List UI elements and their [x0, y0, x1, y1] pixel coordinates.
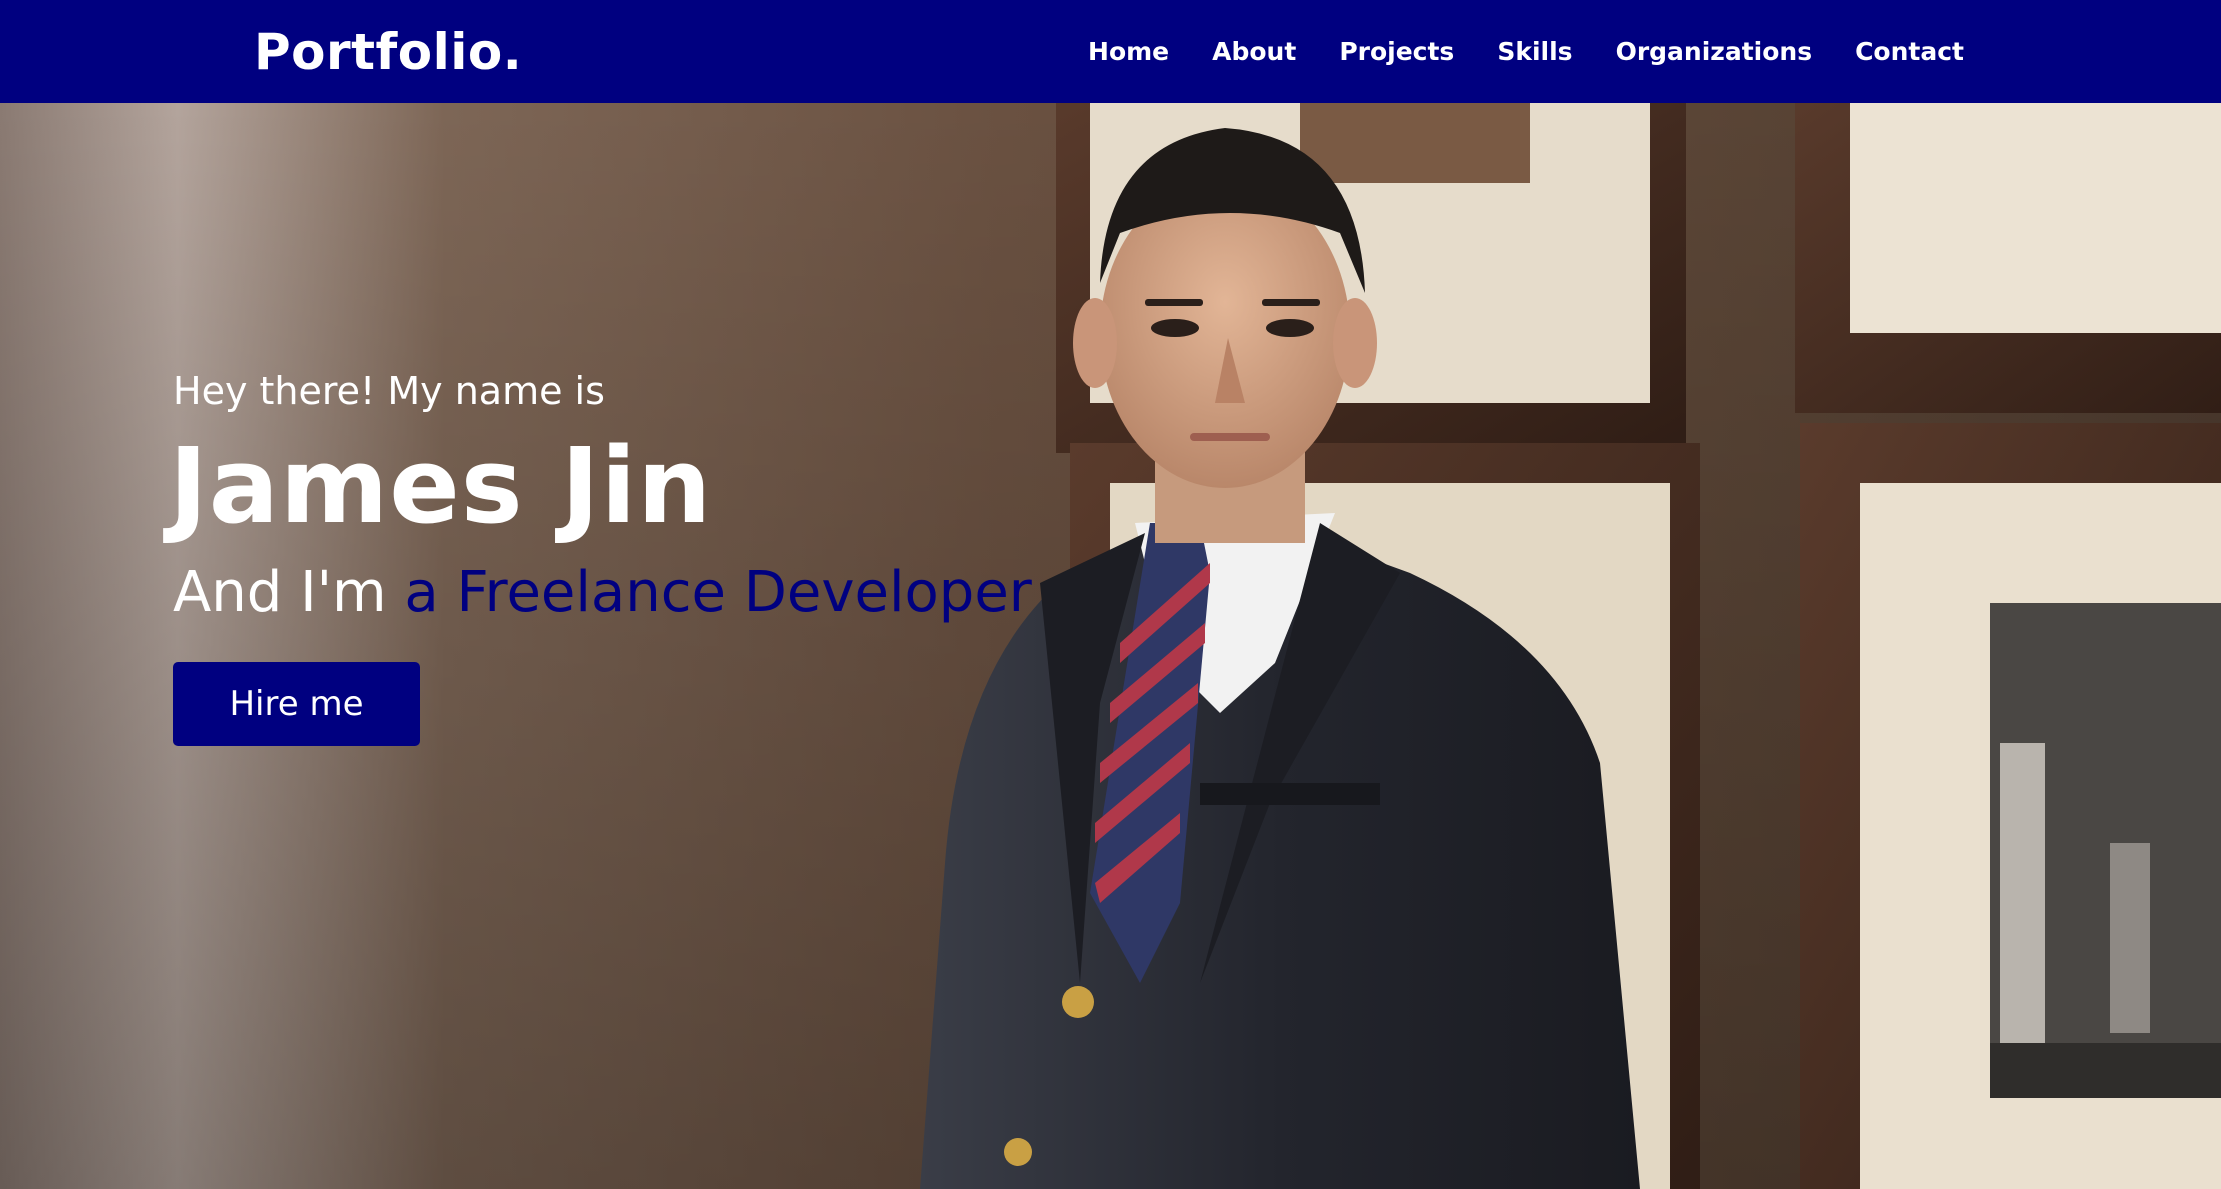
nav-link-organizations[interactable]: Organizations [1616, 37, 1813, 66]
hero-role-prefix: And I'm [173, 560, 405, 625]
logo[interactable]: Portfolio. [254, 22, 522, 82]
nav-link-about[interactable]: About [1212, 37, 1296, 66]
navbar: Portfolio. Home About Projects Skills Or… [0, 0, 2221, 103]
hero-role-line: And I'm a Freelance Developer [173, 553, 1032, 633]
hero-background-photo [0, 103, 2221, 1189]
hero-name: James Jin [169, 425, 713, 547]
nav-link-projects[interactable]: Projects [1339, 37, 1454, 66]
nav-link-home[interactable]: Home [1088, 37, 1169, 66]
hero-greeting: Hey there! My name is [173, 369, 605, 413]
nav-menu: Home About Projects Skills Organizations… [1088, 0, 1964, 103]
nav-link-skills[interactable]: Skills [1497, 37, 1572, 66]
nav-link-contact[interactable]: Contact [1855, 37, 1964, 66]
hero-section: Hey there! My name is James Jin And I'm … [0, 103, 2221, 1189]
hero-role-highlight: a Freelance Developer [404, 560, 1032, 625]
hire-me-button[interactable]: Hire me [173, 662, 420, 746]
portfolio-page: Portfolio. Home About Projects Skills Or… [0, 0, 2221, 1189]
